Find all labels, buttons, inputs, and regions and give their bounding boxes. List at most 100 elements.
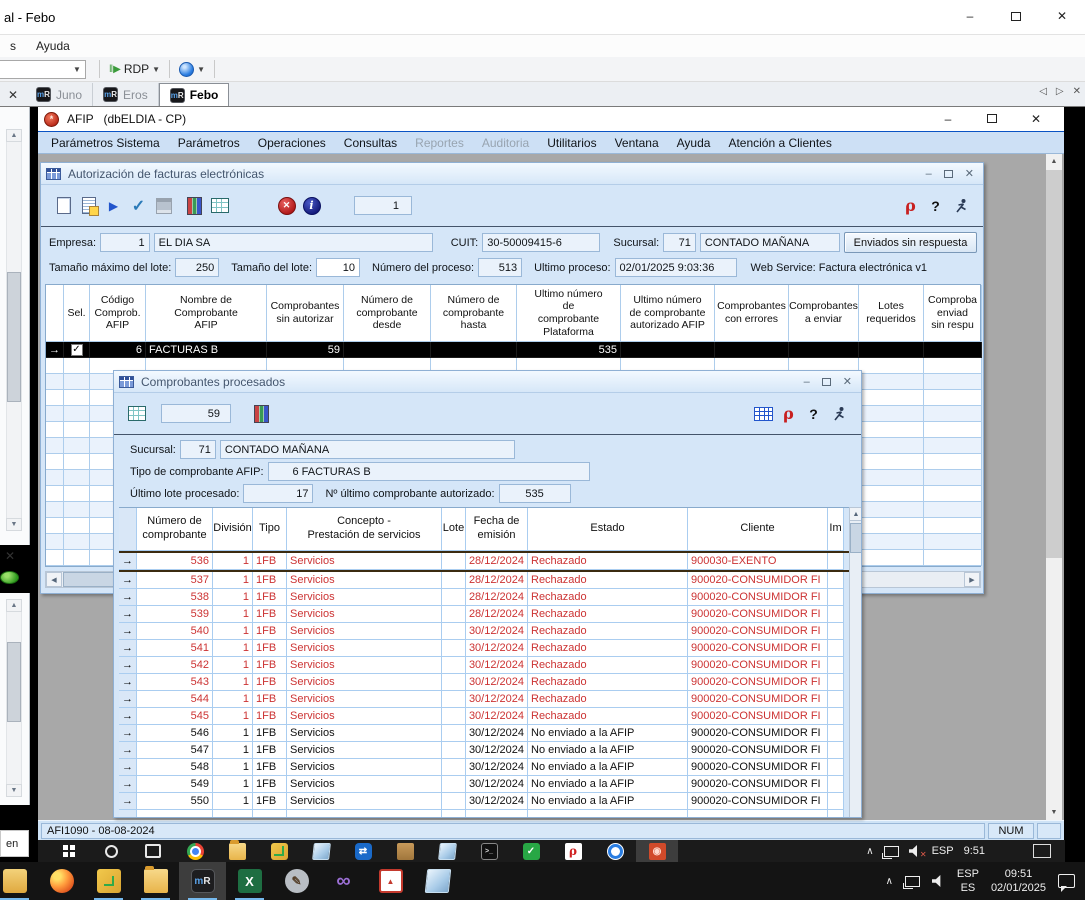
scroll-up-icon[interactable]: ▲ — [1046, 154, 1062, 169]
column-header[interactable]: Nombre de Comprobante AFIP — [146, 285, 267, 342]
mail-icon[interactable] — [0, 862, 38, 900]
grid-report-icon[interactable] — [207, 194, 232, 218]
column-header[interactable]: Fecha de emisión — [466, 508, 528, 551]
column-header[interactable]: Lote — [442, 508, 466, 551]
tamano-lote-input[interactable]: 10 — [316, 258, 360, 277]
calendar-icon[interactable] — [510, 840, 552, 862]
scroll-down-icon[interactable]: ▼ — [6, 518, 22, 531]
scrollbar-thumb[interactable] — [7, 642, 21, 722]
tamano-max-field[interactable]: 250 — [175, 258, 219, 277]
mremoteng-icon[interactable] — [179, 862, 226, 900]
exit-icon[interactable] — [948, 194, 973, 218]
restore-icon[interactable] — [970, 112, 1014, 126]
close-icon[interactable]: ✕ — [1014, 112, 1058, 126]
show-desktop-button[interactable] — [1033, 844, 1051, 858]
explorer-icon[interactable] — [132, 862, 179, 900]
column-header[interactable]: Número de comprobante desde — [344, 285, 431, 342]
panel-scrollbar[interactable]: ▲ ▼ — [6, 129, 22, 531]
afip-menu-item[interactable]: Ventana — [606, 136, 668, 150]
sucursal-code-field[interactable]: 71 — [663, 233, 696, 252]
chrome-icon[interactable] — [174, 840, 216, 862]
teamviewer-icon[interactable] — [342, 840, 384, 862]
devtools-icon[interactable] — [258, 840, 300, 862]
close-icon[interactable]: ✕ — [965, 167, 974, 180]
invoice-row[interactable]: → 540 1 1FB Servicios 30/12/2024 Rechaza… — [119, 623, 860, 640]
invoice-row[interactable]: → 547 1 1FB Servicios 30/12/2024 No envi… — [119, 742, 860, 759]
glassdoc-icon[interactable] — [300, 840, 342, 862]
close-icon[interactable]: ✕ — [1039, 0, 1085, 32]
invoice-row[interactable]: → 545 1 1FB Servicios 30/12/2024 Rechaza… — [119, 708, 860, 725]
column-header[interactable]: Comprobantes a enviar — [789, 285, 859, 342]
column-header[interactable] — [119, 508, 137, 551]
properties-icon[interactable] — [76, 194, 101, 218]
afip-menu-item[interactable]: Consultas — [335, 136, 406, 150]
invoice-row[interactable]: → 538 1 1FB Servicios 28/12/2024 Rechaza… — [119, 589, 860, 606]
afip-menu-item[interactable]: Auditoria — [473, 136, 538, 150]
procesados-vertical-scrollbar[interactable]: ▲ — [849, 507, 862, 818]
empresa-name-field[interactable]: EL DIA SA — [154, 233, 434, 252]
help-icon[interactable] — [923, 194, 948, 218]
column-header[interactable]: Estado — [528, 508, 688, 551]
invoice-row[interactable]: → 550 1 1FB Servicios 30/12/2024 No envi… — [119, 793, 860, 810]
afip-menu-item[interactable]: Operaciones — [249, 136, 335, 150]
invoice-row[interactable]: → 539 1 1FB Servicios 28/12/2024 Rechaza… — [119, 606, 860, 623]
language-indicator[interactable]: ESP ES — [957, 867, 979, 896]
connection-combobox[interactable]: ▼ — [0, 60, 86, 79]
package-icon[interactable] — [384, 840, 426, 862]
taskview-icon[interactable] — [132, 840, 174, 862]
empty-grid-row[interactable] — [119, 810, 860, 818]
scroll-up-icon[interactable]: ▲ — [850, 508, 862, 521]
firefox-icon[interactable] — [38, 862, 85, 900]
checkbox[interactable]: ✓ — [71, 344, 83, 356]
selected-comprobante-row[interactable]: → ✓ 6 FACTURAS B 59 535 — [46, 342, 980, 358]
close-icon[interactable]: ✕ — [843, 375, 852, 388]
column-header[interactable]: Im — [828, 508, 844, 551]
minimize-icon[interactable]: – — [947, 0, 993, 32]
column-header[interactable]: Comproba enviad sin respu — [924, 285, 982, 342]
scroll-down-icon[interactable]: ▼ — [6, 784, 22, 797]
column-header[interactable]: Número de comprobante — [137, 508, 213, 551]
scrollbar-thumb[interactable] — [7, 272, 21, 402]
tipo-comprobante-field[interactable]: 6 FACTURAS B — [268, 462, 590, 481]
chevron-down-icon[interactable]: ▼ — [69, 61, 85, 78]
column-header[interactable]: Comprobantes sin autorizar — [267, 285, 344, 342]
ultimo-autorizado-field[interactable]: 535 — [499, 484, 571, 503]
columns-icon[interactable] — [182, 194, 207, 218]
bluecircle-icon[interactable] — [594, 840, 636, 862]
chevron-down-icon[interactable]: ▼ — [197, 65, 205, 74]
invoice-row[interactable]: → 536 1 1FB Servicios 28/12/2024 Rechaza… — [119, 551, 860, 572]
enviados-sin-respuesta-button[interactable]: Enviados sin respuesta — [844, 232, 977, 253]
pervasive-icon[interactable] — [552, 840, 594, 862]
record-counter-field[interactable]: 59 — [161, 404, 231, 423]
action-center-icon[interactable] — [1058, 874, 1075, 888]
afip-menu-item[interactable]: Atención a Clientes — [719, 136, 840, 150]
chevron-down-icon[interactable]: ▼ — [152, 65, 160, 74]
clock[interactable]: 09:51 02/01/2025 — [991, 867, 1046, 896]
scroll-left-icon[interactable]: ◁ — [1039, 86, 1047, 97]
connection-tab[interactable]: mR Febo — [159, 83, 230, 106]
ultimo-lote-field[interactable]: 17 — [243, 484, 313, 503]
column-header[interactable]: Concepto - Prestación de servicios — [287, 508, 442, 551]
invoice-row[interactable]: → 537 1 1FB Servicios 28/12/2024 Rechaza… — [119, 572, 860, 589]
scroll-left-icon[interactable]: ◀ — [46, 572, 62, 587]
hidden-icons-chevron[interactable]: ∧ — [886, 876, 893, 887]
scrollbar-thumb[interactable] — [1046, 170, 1062, 558]
help-icon[interactable] — [801, 402, 826, 426]
run-icon[interactable] — [101, 194, 126, 218]
glassdoc-icon[interactable] — [426, 840, 468, 862]
cancel-icon[interactable] — [274, 194, 299, 218]
glassdoc-icon[interactable] — [414, 862, 461, 900]
column-header[interactable]: Código Comprob. AFIP — [90, 285, 146, 342]
scroll-down-icon[interactable]: ▼ — [1046, 805, 1062, 820]
afip-icon[interactable] — [636, 840, 678, 862]
connection-tab[interactable]: mR Eros — [93, 83, 159, 106]
num-proceso-field[interactable]: 513 — [478, 258, 522, 277]
column-header[interactable]: División — [213, 508, 253, 551]
host-menu-item[interactable]: s — [0, 39, 26, 53]
language-indicator[interactable]: ESP — [932, 844, 954, 858]
close-icon[interactable]: ✕ — [5, 549, 15, 563]
column-header[interactable]: Tipo — [253, 508, 287, 551]
scroll-right-icon[interactable]: ▶ — [964, 572, 980, 587]
explorer-icon[interactable] — [216, 840, 258, 862]
maximize-icon[interactable] — [993, 0, 1039, 32]
